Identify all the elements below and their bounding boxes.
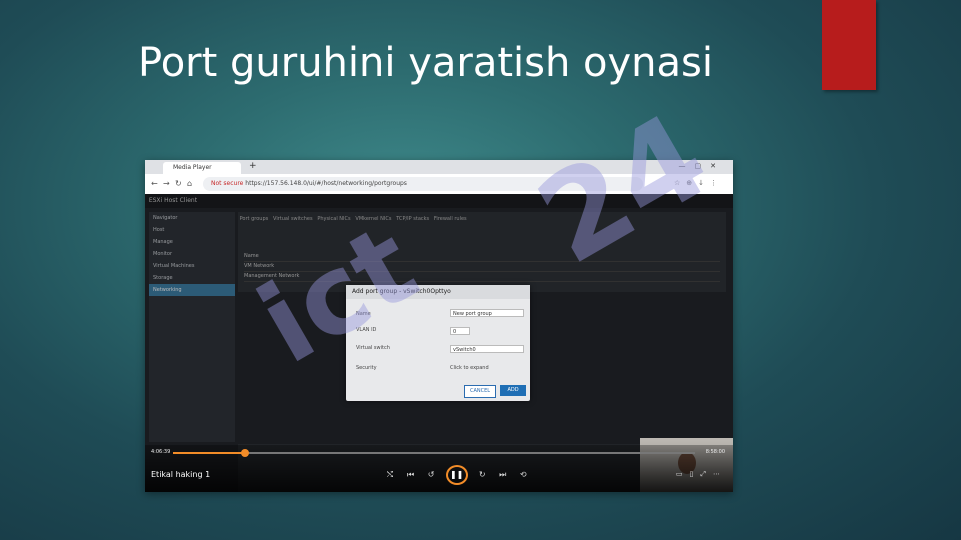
add-button[interactable]: ADD xyxy=(500,385,526,396)
total-time: 8:58:00 xyxy=(705,449,725,455)
vlan-input[interactable]: 0 xyxy=(450,327,470,335)
progress-knob[interactable] xyxy=(240,449,249,457)
next-icon[interactable]: ⏭ xyxy=(494,470,512,480)
pause-button[interactable]: ❚❚ xyxy=(445,465,468,485)
forward-icon[interactable]: ↻ xyxy=(473,470,491,479)
current-time: 4:06:39 xyxy=(151,449,171,455)
forward-icon[interactable]: → xyxy=(163,179,170,188)
back-icon[interactable]: ← xyxy=(151,179,158,188)
progress-bar[interactable] xyxy=(173,449,695,457)
url-text: https://157.56.148.0/ui/#/host/networkin… xyxy=(245,180,407,187)
cancel-button[interactable]: CANCEL xyxy=(464,385,496,398)
progress-fill xyxy=(173,452,245,454)
not-secure-label: Not secure xyxy=(211,180,244,187)
shuffle-icon[interactable]: ⤭ xyxy=(381,470,399,480)
player-options[interactable]: ▭▯⤢⋯ xyxy=(676,470,727,479)
reload-icon[interactable]: ↻ xyxy=(175,179,182,188)
new-tab-icon[interactable]: + xyxy=(249,161,257,171)
home-icon[interactable]: ⌂ xyxy=(187,179,192,188)
previous-icon[interactable]: ⏮ xyxy=(402,470,420,480)
rewind-icon[interactable]: ↺ xyxy=(422,470,440,479)
repeat-icon[interactable]: ⟲ xyxy=(514,470,532,479)
security-label: Security xyxy=(356,365,377,371)
playback-controls: ⤭ ⏮ ↺ ❚❚ ↻ ⏭ ⟲ xyxy=(381,465,532,485)
video-title: Etikal haking 1 xyxy=(151,470,211,479)
media-player-controls: 4:06:39 8:58:00 Etikal haking 1 ⤭ ⏮ ↺ ❚❚… xyxy=(145,445,733,492)
accent-bar xyxy=(822,0,876,90)
security-expander[interactable]: Click to expand xyxy=(450,365,489,371)
vswitch-select[interactable]: vSwitch0 xyxy=(450,345,524,353)
browser-tab[interactable]: Media Player xyxy=(163,162,241,174)
slide-title: Port guruhini yaratish oynasi xyxy=(138,40,713,86)
name-input[interactable]: New port group xyxy=(450,309,524,317)
